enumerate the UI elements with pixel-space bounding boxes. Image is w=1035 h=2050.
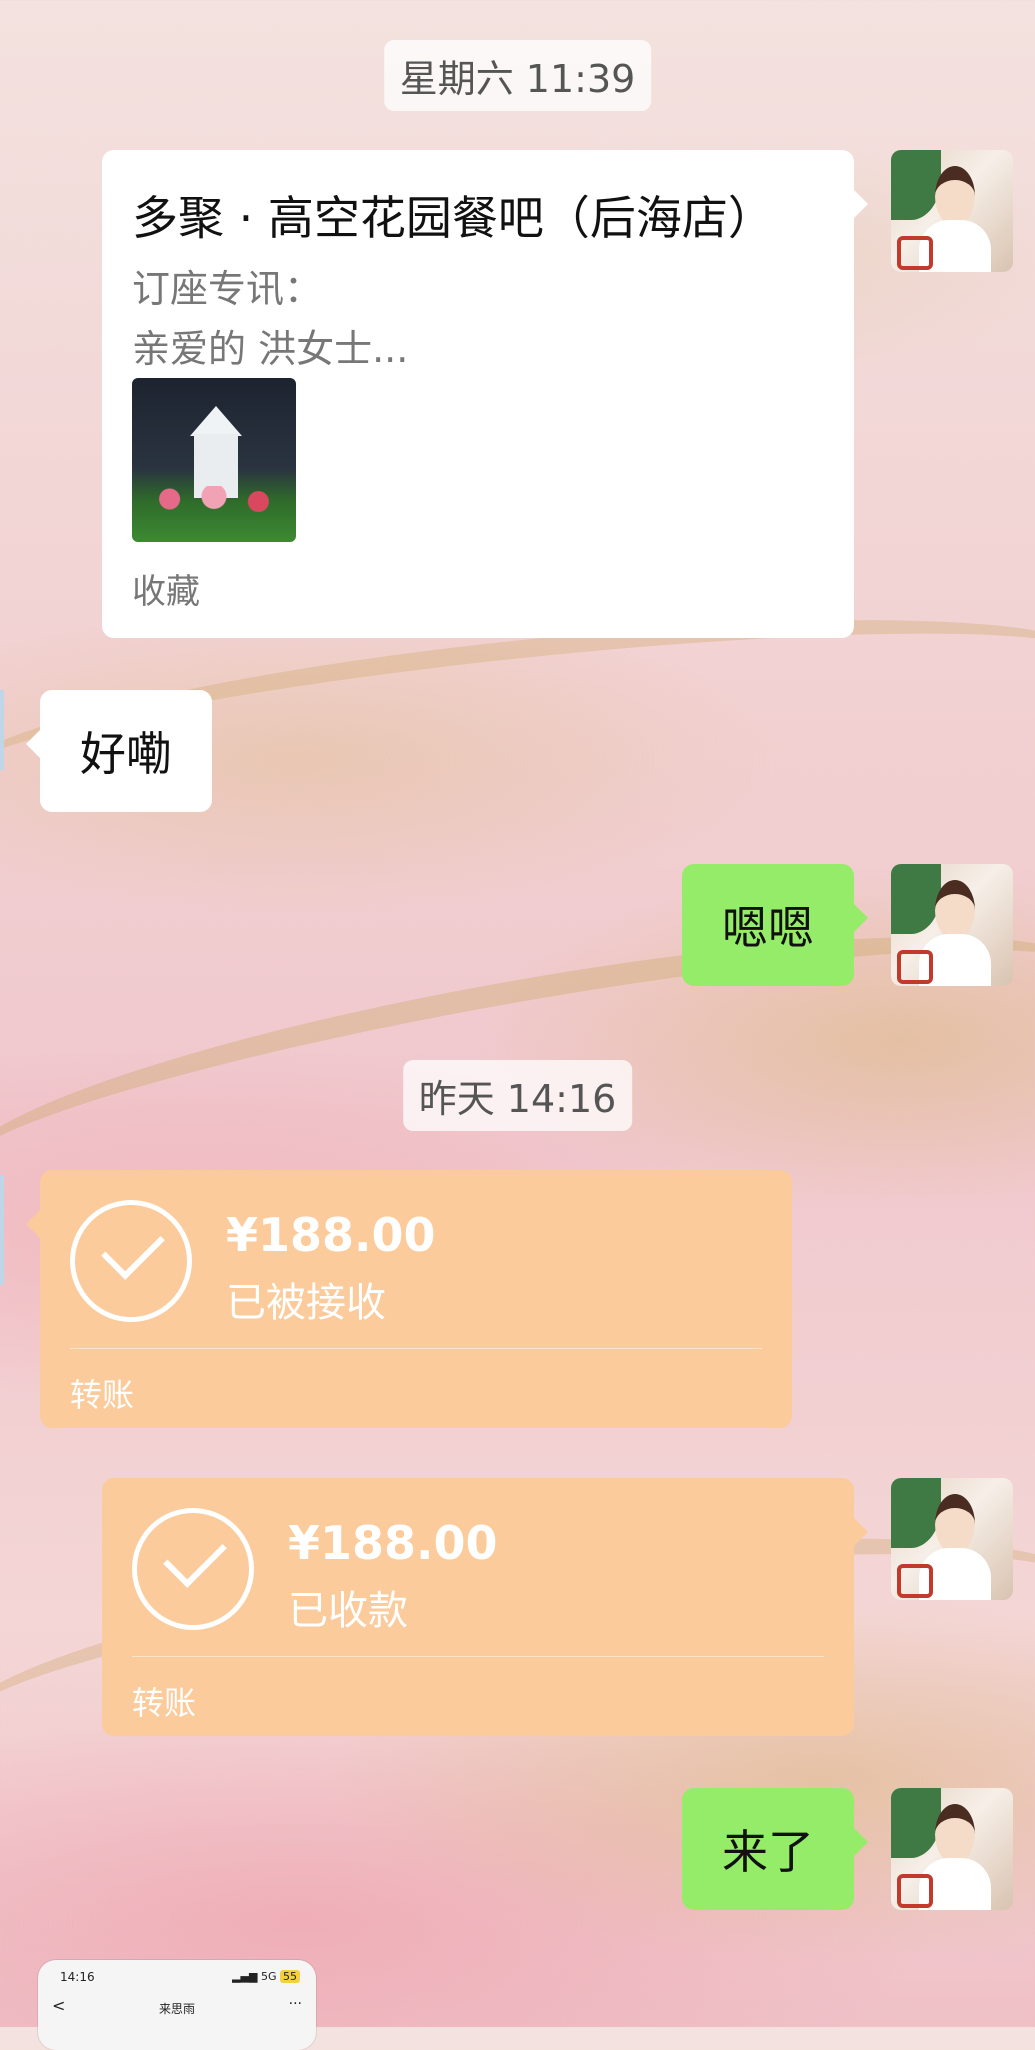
message-text: 来了	[722, 1825, 814, 1879]
message-bubble-received[interactable]: 好嘞	[26, 690, 212, 812]
transfer-amount: ¥188.00	[226, 1208, 436, 1262]
divider	[70, 1348, 762, 1349]
transfer-message-received[interactable]: ¥188.00 已被接收 转账	[26, 1170, 792, 1428]
message-bubble-sent[interactable]: 嗯嗯	[682, 864, 868, 986]
message-text: 嗯嗯	[722, 901, 814, 955]
transfer-label: 转账	[70, 1376, 135, 1414]
transfer-status: 已被接收	[226, 1280, 386, 1326]
mini-status-bar: ▂▄▆ 5G 55	[232, 1970, 300, 1983]
check-circle-icon	[70, 1200, 192, 1322]
avatar[interactable]	[891, 864, 1013, 986]
more-icon: ···	[288, 1996, 302, 2012]
card-title: 多聚 · 高空花园餐吧（后海店）	[132, 191, 774, 245]
network-label: 5G	[260, 1970, 277, 1983]
timestamp: 昨天 14:16	[402, 1060, 633, 1131]
check-circle-icon	[132, 1508, 254, 1630]
card-thumbnail-image	[132, 378, 296, 542]
image-message-thumbnail[interactable]: 14:16 ▂▄▆ 5G 55 < 来思雨 ···	[38, 1960, 316, 2050]
mini-status-time: 14:16	[60, 1970, 95, 1984]
timestamp: 星期六 11:39	[383, 40, 652, 111]
message-bubble-sent[interactable]: 来了	[682, 1788, 868, 1910]
battery-icon: 55	[280, 1970, 300, 1983]
avatar[interactable]	[891, 1478, 1013, 1600]
card-subtitle: 订座专讯：	[132, 267, 323, 311]
left-avatar-edge	[0, 1175, 4, 1285]
link-card-message[interactable]: 多聚 · 高空花园餐吧（后海店） 订座专讯： 亲爱的 洪女士... 收藏	[102, 150, 868, 638]
avatar[interactable]	[891, 1788, 1013, 1910]
signal-icon: ▂▄▆	[232, 1970, 258, 1983]
transfer-label: 转账	[132, 1684, 197, 1722]
card-preview-text: 亲爱的 洪女士...	[132, 327, 409, 371]
divider	[132, 1656, 824, 1657]
transfer-status: 已收款	[288, 1588, 408, 1634]
avatar[interactable]	[891, 150, 1013, 272]
mini-chat-title: 来思雨	[158, 2002, 195, 2016]
card-source-label: 收藏	[132, 572, 200, 612]
transfer-amount: ¥188.00	[288, 1516, 498, 1570]
left-avatar-edge	[0, 690, 4, 770]
transfer-message-sent[interactable]: ¥188.00 已收款 转账	[102, 1478, 868, 1736]
message-text: 好嘞	[80, 727, 172, 781]
